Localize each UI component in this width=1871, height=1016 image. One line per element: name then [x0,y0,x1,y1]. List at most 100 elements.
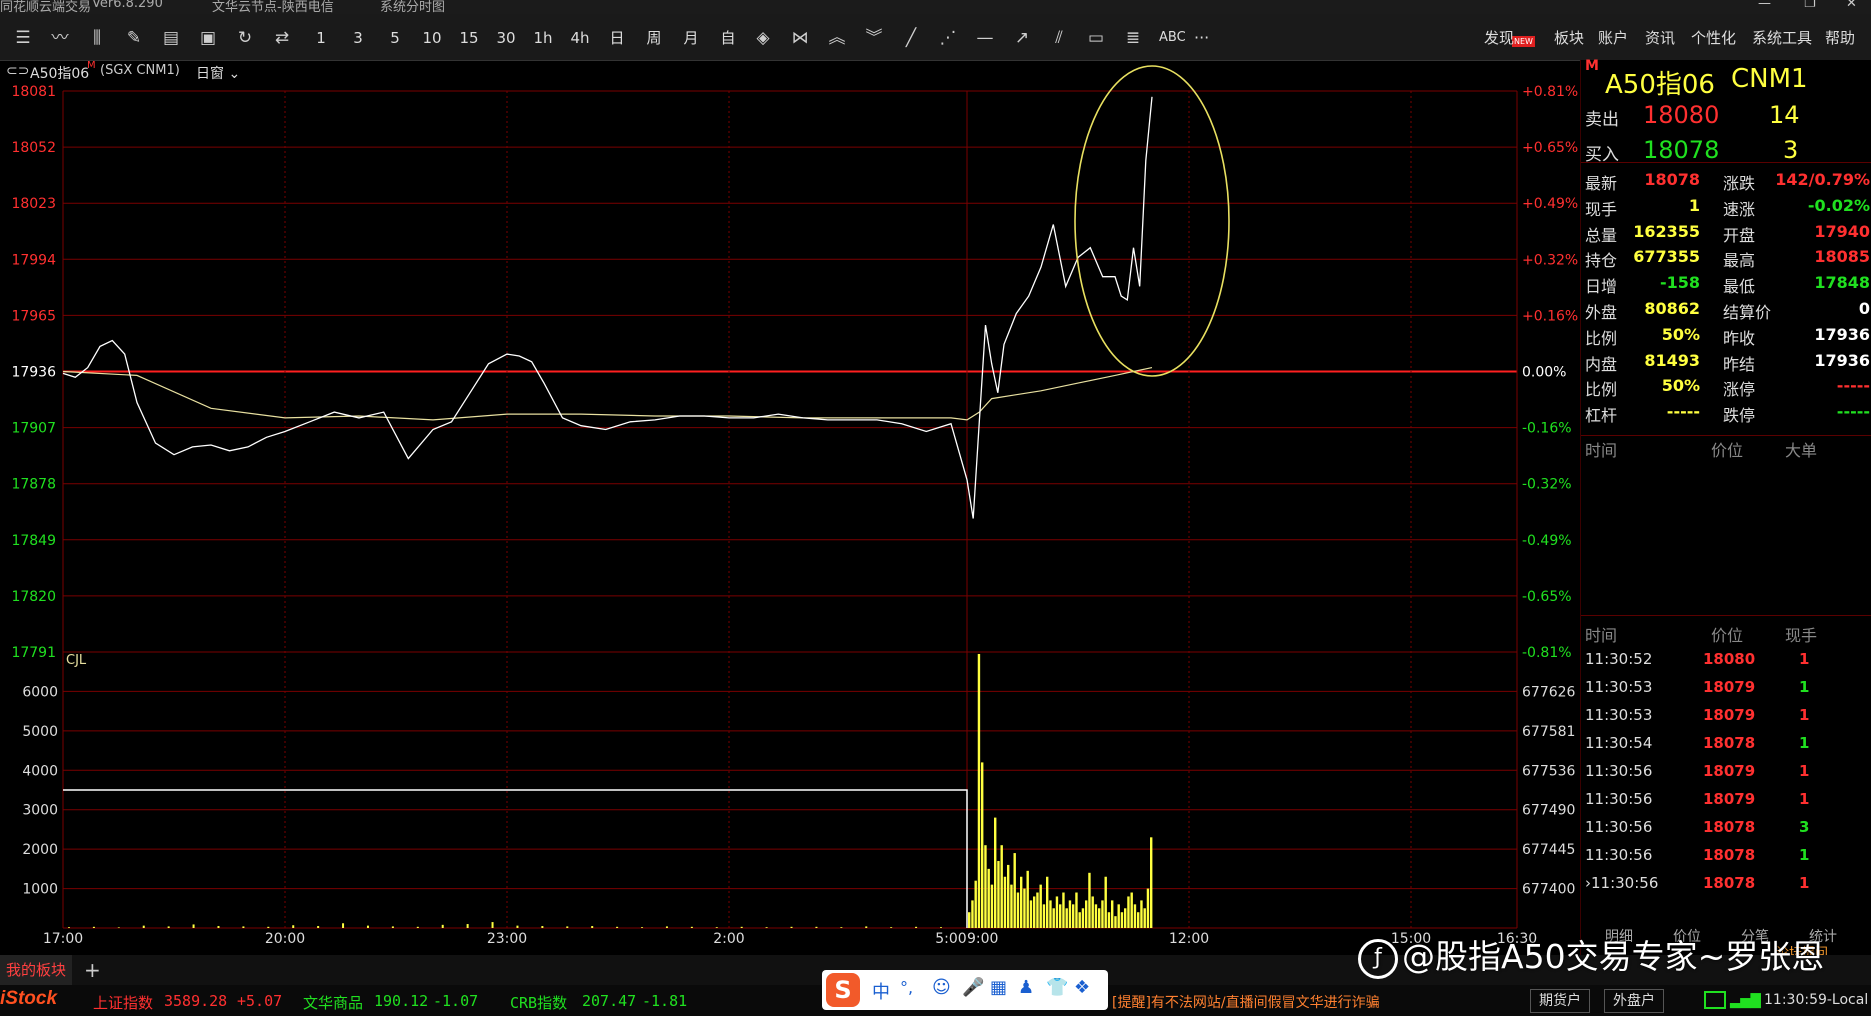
refresh-icon[interactable]: ↻ [232,26,258,50]
time-tick-label: 17:00 [43,931,83,947]
quote-label2: 最高 [1723,251,1756,271]
tool-icon[interactable]: ✎ [121,26,147,50]
grid-icon[interactable]: ▤ [158,26,184,50]
volume-bar [1085,900,1088,928]
tick-row: 11:30:52 18080 1 [1581,650,1871,674]
menu-item-3[interactable]: 资讯 [1645,28,1675,48]
time-tick-label: 20:00 [265,931,305,947]
tick-row: 11:30:56 18078 3 [1581,818,1871,842]
list-icon[interactable]: ☰ [10,26,36,50]
text-tool-button[interactable]: ABC [1159,28,1186,48]
buy-price[interactable]: 18078 [1643,136,1719,164]
sogou-logo-icon[interactable]: S [826,973,860,1007]
sell-price[interactable]: 18080 [1643,101,1719,129]
period-button-11[interactable]: 自 [713,28,743,48]
tick-row: 11:30:56 18079 1 [1581,762,1871,786]
emoji-icon[interactable]: ☺ [932,977,951,998]
rect-icon[interactable]: ▭ [1083,26,1109,50]
save-icon[interactable]: ▣ [195,26,221,50]
close-icon[interactable]: ✕ [1846,0,1857,11]
server-name: 文华云节点-陕西电信 [212,0,334,14]
tick-price: 18078 [1703,734,1756,752]
ime-mode-label[interactable]: 中 [872,978,890,1004]
ime-punct-icon[interactable]: °, [900,978,913,997]
candle-icon[interactable]: ⫼ [84,26,110,50]
microphone-icon[interactable]: 🎤 [962,977,984,998]
menu-item-1[interactable]: 板块 [1554,28,1584,48]
volume-bar [1029,900,1033,928]
period-button-5[interactable]: 30 [491,28,521,48]
period-button-3[interactable]: 10 [417,28,447,48]
volume-bar [1140,900,1143,928]
volume-bar [292,925,295,928]
volume-bar [342,923,345,928]
volume-panel-title: CJL [66,653,87,668]
period-button-10[interactable]: 月 [676,28,706,48]
new-badge: NEW [1512,36,1535,47]
index3-name[interactable]: CRB指数 [510,992,567,1013]
period-button-4[interactable]: 15 [454,28,484,48]
restore-icon[interactable]: ❐ [1804,0,1816,11]
period-button-9[interactable]: 周 [639,28,669,48]
volume-tick-label: 2000 [22,842,58,858]
quote-label: 外盘 [1585,303,1618,322]
time-tick-label: 12:00 [1169,931,1209,947]
quote-value: 162355 [1633,221,1700,241]
volume-bar [790,926,793,928]
oi-tick-label: 677400 [1522,882,1575,898]
price-tick-label: 18052 [11,140,56,156]
diamond-icon[interactable]: ◈ [750,26,776,50]
tick-qty: 3 [1799,818,1810,836]
futures-account-button[interactable]: 期货户 [1530,989,1590,1013]
menu-item-4[interactable]: 个性化 [1691,28,1736,48]
period-button-6[interactable]: 1h [528,28,558,48]
quote-label: 日增 [1585,277,1618,297]
skin-icon[interactable]: 👕 [1046,977,1068,998]
line-chart-icon[interactable]: 〰 [47,26,73,50]
price-tick-label: 17791 [11,645,56,661]
volume-bar [1026,870,1029,928]
stock-logo: iStock [0,988,58,1009]
up-chevron-icon[interactable]: ︽ [824,26,850,50]
add-sector-button[interactable]: + [84,955,101,985]
menu-item-2[interactable]: 账户 [1598,28,1628,48]
user-icon[interactable]: ♟ [1018,977,1034,998]
my-sector-tab[interactable]: 我的板块 [0,955,73,985]
dotline-icon[interactable]: ⋰ [935,26,961,50]
quote-value2: 142/0.79% [1775,170,1870,189]
menu-item-6[interactable]: 帮助 [1825,28,1855,48]
text-icon[interactable]: ≣ [1120,26,1146,50]
monitor-icon [1704,991,1726,1009]
line-icon[interactable]: ╱ [898,26,924,50]
down-chevron-icon[interactable]: ︾ [861,26,887,50]
period-button-7[interactable]: 4h [565,28,595,48]
index1-name[interactable]: 上证指数 [93,992,153,1013]
external-account-button[interactable]: 外盘户 [1604,989,1664,1013]
period-button-8[interactable]: 日 [602,28,632,48]
more-icon[interactable]: ··· [1194,28,1209,48]
keyboard-icon[interactable]: ▦ [990,977,1007,998]
hline-icon[interactable]: — [972,26,998,50]
volume-bar [1137,912,1140,928]
volume-bar [690,926,693,928]
menu-item-0[interactable]: 发现 [1484,28,1514,48]
warning-text[interactable]: [提醒]有不法网站/直播间假冒文华进行诈骗 [1112,992,1380,1012]
index1-value: 3589.28 [164,992,228,1010]
arrowline-icon[interactable]: ↗ [1009,26,1035,50]
compare-icon[interactable]: ⇄ [269,26,295,50]
volume-bar [940,927,942,928]
bowtie-icon[interactable]: ⋈ [787,26,813,50]
index2-name[interactable]: 文华商品 [303,992,363,1013]
quote-value2: ----- [1836,402,1870,422]
channel-icon[interactable]: ⫽ [1046,26,1072,50]
period-button-0[interactable]: 1 [306,28,336,48]
chart-area[interactable]: 18081 +0.81% 18052 +0.65% 18023 +0.49% 17994 +0… [0,60,1580,955]
volume-bar [1107,912,1111,928]
period-button-2[interactable]: 5 [380,28,410,48]
period-button-1[interactable]: 3 [343,28,373,48]
toolbox-icon[interactable]: ❖ [1074,977,1090,998]
volume-bar [1068,900,1072,928]
minimize-icon[interactable]: — [1758,0,1771,11]
menu-item-5[interactable]: 系统工具 [1752,28,1812,48]
volume-bar [441,924,444,928]
